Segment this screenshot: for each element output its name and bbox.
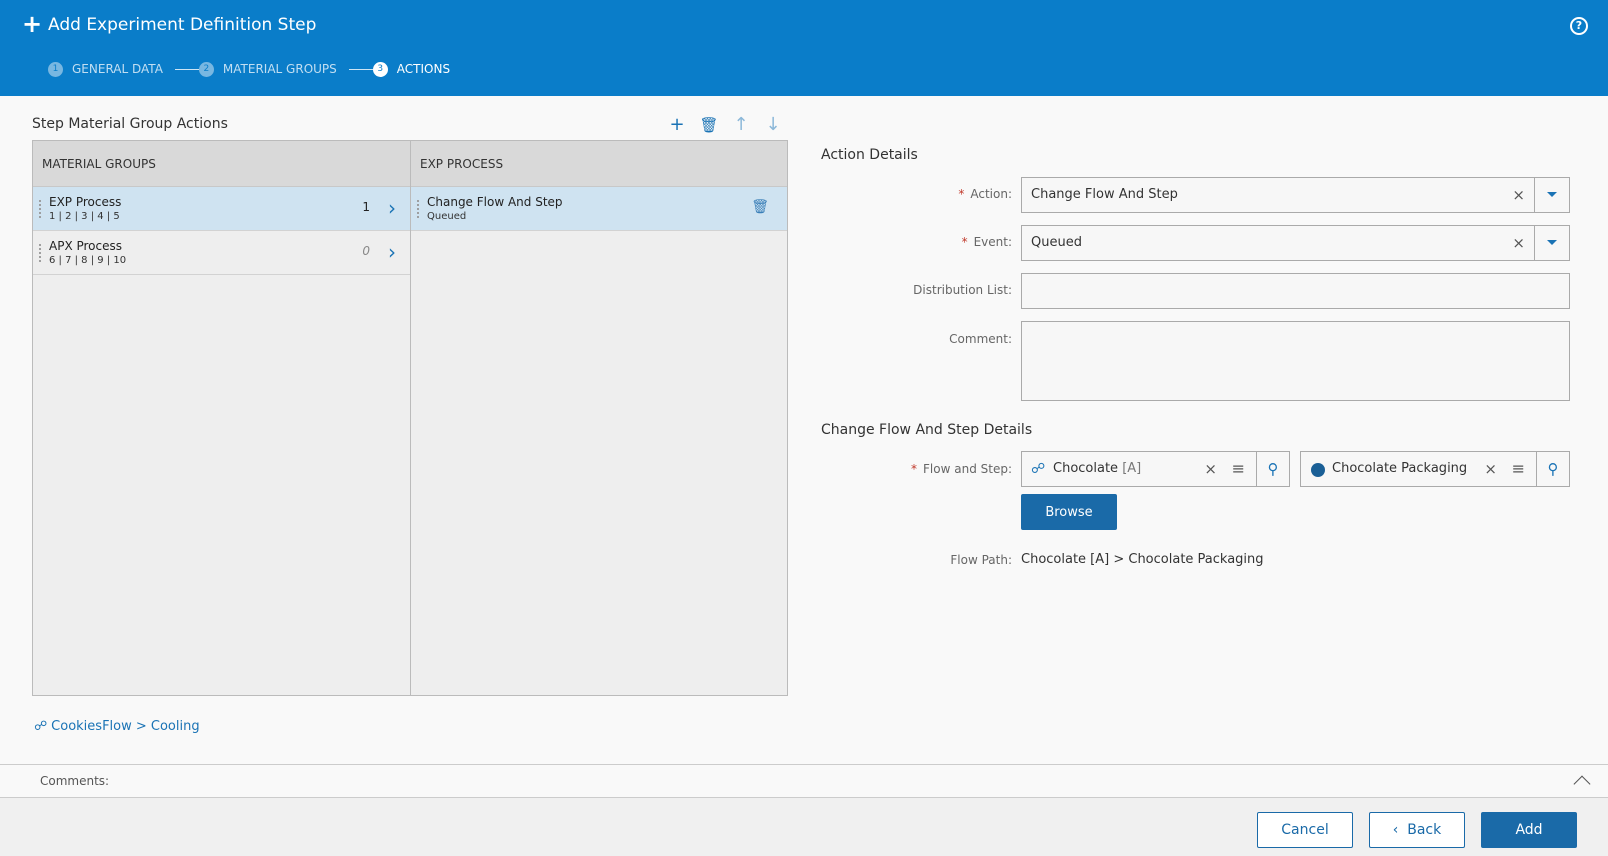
chevron-up-icon[interactable] xyxy=(1573,775,1591,793)
exp-process-header: EXP PROCESS xyxy=(411,141,787,187)
action-label: * Action: xyxy=(812,187,1012,201)
step-number: 1 xyxy=(48,61,63,77)
step-label: MATERIAL GROUPS xyxy=(222,62,337,76)
add-button[interactable]: Add xyxy=(1481,812,1577,848)
required-marker: * xyxy=(911,462,918,476)
event-select[interactable]: Queued × xyxy=(1021,225,1570,261)
material-group-materials: 6 | 7 | 8 | 9 | 10 xyxy=(49,255,127,266)
comment-textarea[interactable] xyxy=(1021,321,1570,401)
filter-icon[interactable]: ≡ xyxy=(1512,459,1525,478)
flow-lookup[interactable]: ☍ Chocolate [A] × ≡ ⚲ xyxy=(1021,451,1290,487)
add-icon[interactable]: + xyxy=(661,114,693,136)
chevron-right-icon[interactable]: › xyxy=(388,240,396,264)
event-label: * Event: xyxy=(812,235,1012,249)
drag-handle-icon[interactable] xyxy=(416,199,420,219)
flow-icon: ☍ xyxy=(1031,461,1046,477)
action-count: 0 xyxy=(362,244,370,258)
wizard-step-actions[interactable]: 3 ACTIONS xyxy=(372,60,451,78)
action-label-text: Action: xyxy=(970,187,1012,201)
plus-icon: + xyxy=(22,10,43,38)
material-group-row[interactable]: EXP Process 1 | 2 | 3 | 4 | 5 1 › xyxy=(33,187,410,231)
search-icon[interactable]: ⚲ xyxy=(1536,452,1569,486)
step-connector xyxy=(348,68,373,70)
step-lookup[interactable]: Chocolate Packaging × ≡ ⚲ xyxy=(1300,451,1570,487)
trash-icon[interactable]: 🗑 xyxy=(693,114,725,136)
browse-button[interactable]: Browse xyxy=(1021,494,1117,530)
flow-path-label: Flow Path: xyxy=(950,553,1012,567)
page-header: + Add Experiment Definition Step ? 1 GEN… xyxy=(0,0,1608,96)
page-title: Add Experiment Definition Step xyxy=(48,15,317,35)
material-groups-column: MATERIAL GROUPS EXP Process 1 | 2 | 3 | … xyxy=(33,141,410,695)
step-label: ACTIONS xyxy=(396,62,451,76)
action-value: Change Flow And Step xyxy=(1031,187,1178,202)
arrow-down-icon[interactable]: ↓ xyxy=(757,114,789,136)
flow-and-step-label: * Flow and Step: xyxy=(812,462,1012,476)
arrow-up-icon[interactable]: ↑ xyxy=(725,114,757,136)
material-group-materials: 1 | 2 | 3 | 4 | 5 xyxy=(49,211,120,222)
trash-icon[interactable]: 🗑 xyxy=(751,199,769,215)
current-flow-text: CookiesFlow > Cooling xyxy=(51,719,200,734)
distribution-list-input[interactable] xyxy=(1021,273,1570,309)
action-event: Queued xyxy=(427,211,467,222)
action-name: Change Flow And Step xyxy=(427,195,563,209)
step-connector xyxy=(174,68,199,70)
required-marker: * xyxy=(958,187,965,201)
action-details-title: Action Details xyxy=(821,147,918,163)
filter-icon[interactable]: ≡ xyxy=(1232,459,1245,478)
flow-icon: ☍ xyxy=(34,719,48,734)
chevron-left-icon: ‹ xyxy=(1392,822,1399,838)
flow-path-value: Chocolate [A] > Chocolate Packaging xyxy=(1021,552,1264,567)
grid-toolbar: + 🗑 ↑ ↓ xyxy=(661,114,789,136)
comment-label: Comment: xyxy=(949,332,1012,346)
footer-bar xyxy=(0,798,1608,856)
action-row[interactable]: Change Flow And Step Queued 🗑 xyxy=(411,187,787,231)
material-groups-header: MATERIAL GROUPS xyxy=(33,141,410,187)
material-group-name: APX Process xyxy=(49,239,123,253)
help-icon[interactable]: ? xyxy=(1570,17,1588,35)
comments-bar[interactable]: Comments: xyxy=(0,764,1608,798)
distribution-list-label: Distribution List: xyxy=(913,283,1012,297)
drag-handle-icon[interactable] xyxy=(38,199,42,219)
exp-process-column: EXP PROCESS Change Flow And Step Queued … xyxy=(410,141,787,695)
step-value: Chocolate Packaging xyxy=(1332,461,1468,476)
material-group-row[interactable]: APX Process 6 | 7 | 8 | 9 | 10 0 › xyxy=(33,231,410,275)
drag-handle-icon[interactable] xyxy=(38,243,42,263)
material-group-name: EXP Process xyxy=(49,195,122,209)
step-number: 3 xyxy=(372,61,388,77)
step-label: GENERAL DATA xyxy=(72,62,163,76)
action-select[interactable]: Change Flow And Step × xyxy=(1021,177,1570,213)
search-icon[interactable]: ⚲ xyxy=(1256,452,1289,486)
clear-icon[interactable]: × xyxy=(1512,186,1525,204)
wizard-step-material-groups[interactable]: 2 MATERIAL GROUPS xyxy=(198,60,373,78)
action-count: 1 xyxy=(362,200,370,214)
wizard-step-general-data[interactable]: 1 GENERAL DATA xyxy=(48,60,199,78)
cancel-button[interactable]: Cancel xyxy=(1257,812,1353,848)
change-flow-and-step-details-title: Change Flow And Step Details xyxy=(821,422,1033,438)
clear-icon[interactable]: × xyxy=(1484,460,1497,478)
chevron-down-icon[interactable] xyxy=(1534,178,1569,212)
flow-and-step-label-text: Flow and Step: xyxy=(923,462,1012,476)
flow-value: Chocolate [A] xyxy=(1053,461,1142,476)
back-button[interactable]: ‹ Back xyxy=(1369,812,1465,848)
clear-icon[interactable]: × xyxy=(1512,234,1525,252)
back-label: Back xyxy=(1407,822,1442,838)
step-number: 2 xyxy=(198,61,214,77)
step-icon xyxy=(1311,463,1325,477)
wizard-steps: 1 GENERAL DATA 2 MATERIAL GROUPS 3 ACTIO… xyxy=(48,60,450,78)
clear-icon[interactable]: × xyxy=(1204,460,1217,478)
comments-label: Comments: xyxy=(40,774,110,788)
required-marker: * xyxy=(961,235,968,249)
actions-grid: MATERIAL GROUPS EXP Process 1 | 2 | 3 | … xyxy=(32,140,788,696)
event-value: Queued xyxy=(1031,235,1082,250)
current-flow-link[interactable]: ☍ CookiesFlow > Cooling xyxy=(34,719,200,734)
chevron-right-icon[interactable]: › xyxy=(388,196,396,220)
chevron-down-icon[interactable] xyxy=(1534,226,1569,260)
event-label-text: Event: xyxy=(973,235,1012,249)
flow-revision: [A] xyxy=(1122,461,1142,476)
step-material-group-actions-title: Step Material Group Actions xyxy=(32,116,228,132)
